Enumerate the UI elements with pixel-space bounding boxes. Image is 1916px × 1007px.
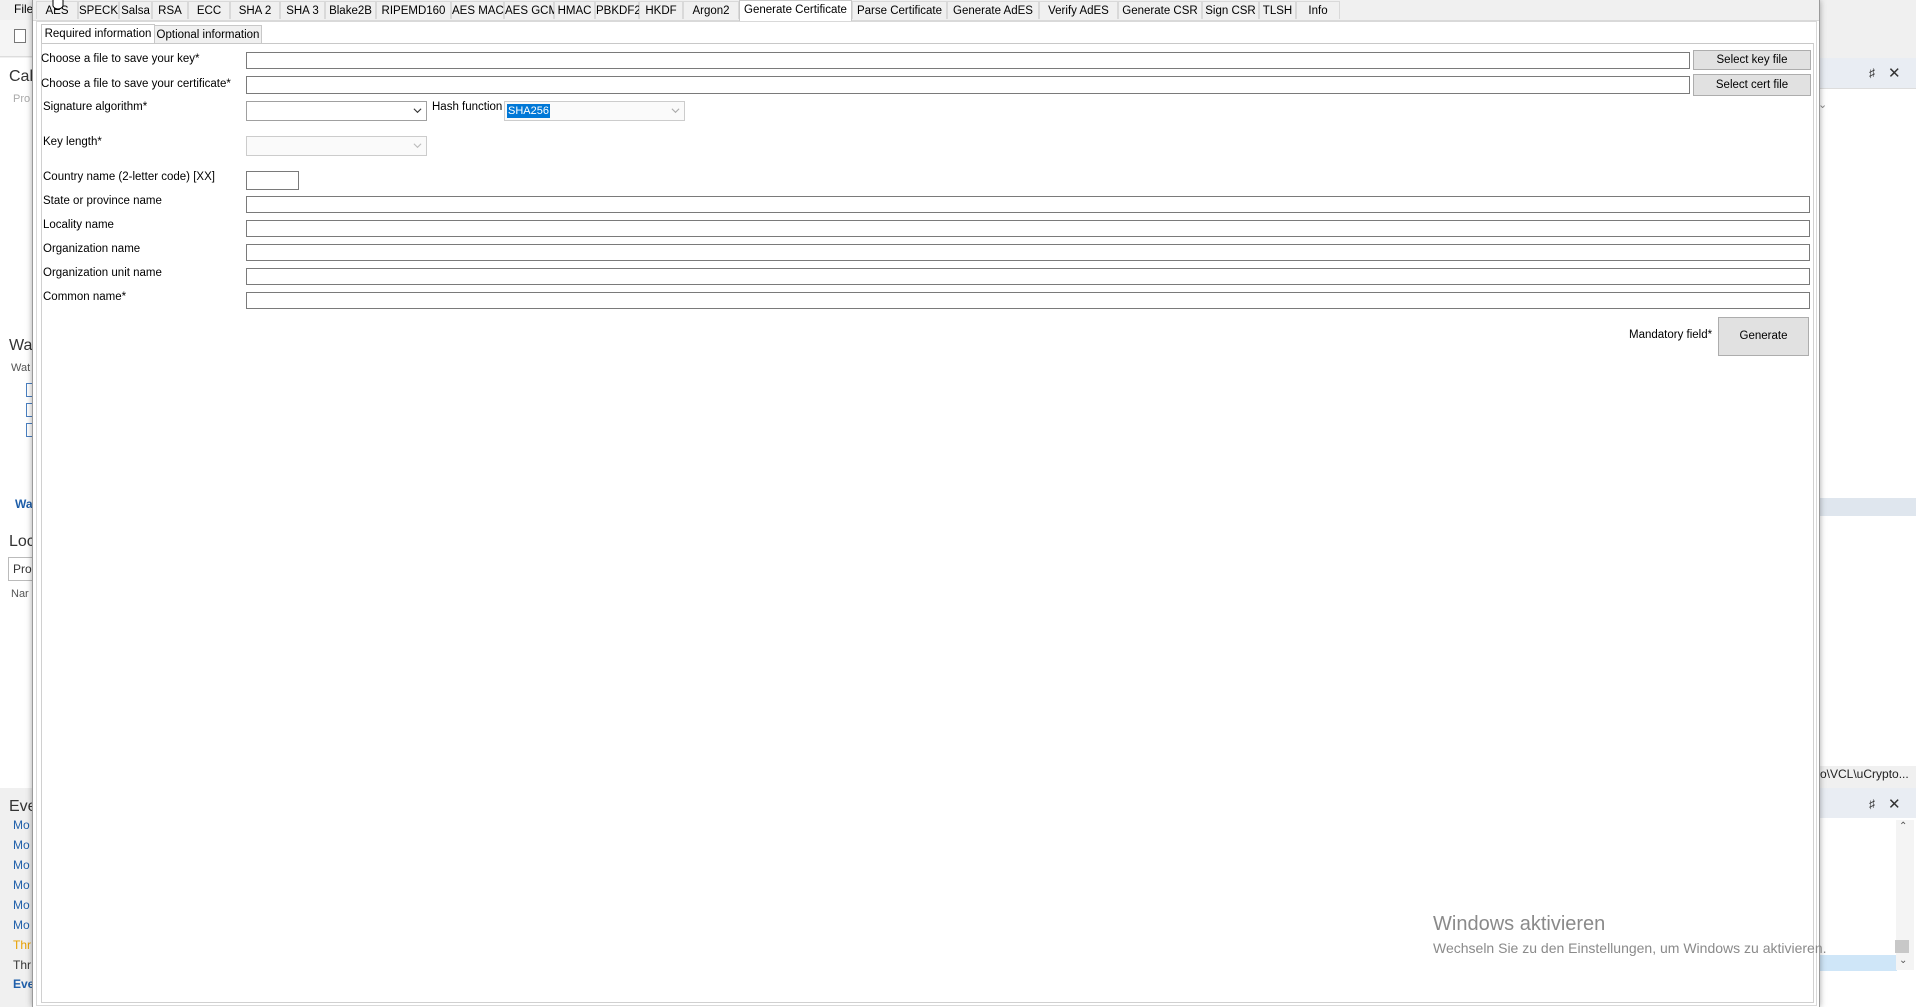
state-label: State or province name	[43, 195, 162, 207]
panel-fragment: Wa	[15, 497, 33, 511]
common-name-label: Common name*	[43, 291, 127, 303]
right-panel-header	[1819, 58, 1916, 88]
right-panel-divider	[1819, 498, 1916, 516]
panel-title-fragment: Wa	[9, 337, 33, 354]
select-cert-file-button[interactable]: Select cert file	[1693, 74, 1811, 96]
tab-sign-csr[interactable]: Sign CSR	[1202, 1, 1259, 19]
event-fragment: Mo	[13, 878, 30, 892]
tab-verify-ades[interactable]: Verify AdES	[1039, 1, 1118, 19]
select-key-file-button[interactable]: Select key file	[1693, 50, 1811, 70]
right-panel-body-2	[1819, 516, 1916, 766]
locality-input[interactable]	[246, 220, 1810, 237]
generate-certificate-page: Required information Optional informatio…	[36, 21, 1817, 1006]
signature-algorithm-label: Signature algorithm*	[43, 101, 148, 113]
organization-unit-input[interactable]	[246, 268, 1810, 285]
event-fragment: Mo	[13, 838, 30, 852]
close-icon[interactable]: ✕	[1888, 64, 1901, 82]
state-input[interactable]	[246, 196, 1810, 213]
hash-function-value: SHA256	[507, 104, 550, 118]
copy-icon[interactable]	[14, 29, 26, 43]
chevron-up-icon[interactable]: ⌃	[1899, 821, 1907, 832]
event-fragment: Mo	[13, 858, 30, 872]
country-label: Country name (2-letter code) [XX]	[43, 171, 215, 183]
panel-title-fragment: Loc	[9, 533, 35, 550]
tab-hmac[interactable]: HMAC	[554, 1, 595, 19]
right-panel-body	[1819, 88, 1916, 499]
tab-aes-mac[interactable]: AES MAC	[451, 1, 504, 19]
key-file-label: Choose a file to save your key*	[41, 53, 200, 65]
tab-argon2[interactable]: Argon2	[683, 1, 739, 19]
tab-salsa[interactable]: Salsa	[119, 1, 152, 19]
activation-watermark-subtitle: Wechseln Sie zu den Einstellungen, um Wi…	[1433, 940, 1827, 956]
hash-function-select[interactable]: SHA256	[504, 101, 685, 121]
tab-aes-gcm[interactable]: AES GCM	[504, 1, 558, 19]
key-length-label: Key length*	[43, 136, 102, 148]
panel-title-fragment: Cal	[9, 68, 34, 85]
tab-blake2b[interactable]: Blake2B	[325, 1, 376, 19]
hash-function-label: Hash function	[432, 101, 503, 113]
tab-rsa[interactable]: RSA	[152, 1, 188, 19]
signature-algorithm-select[interactable]	[246, 101, 427, 121]
activation-watermark-title: Windows aktivieren	[1433, 913, 1606, 935]
panel-fragment: Nar	[11, 588, 29, 600]
event-fragment: Mo	[13, 918, 30, 932]
tab-info[interactable]: Info	[1296, 1, 1340, 19]
ide-toolbar	[0, 20, 32, 57]
file-path-text: o\VCL\uCrypto...	[1820, 767, 1909, 781]
event-fragment: Mo	[13, 898, 30, 912]
close-icon[interactable]: ✕	[1888, 795, 1901, 813]
event-fragment: Thr	[13, 938, 31, 952]
scrollbar-thumb[interactable]	[1895, 940, 1909, 953]
tab-optional-information[interactable]: Optional information	[154, 25, 262, 44]
chevron-down-icon	[413, 143, 422, 149]
crypto-dialog: AES SPECK Salsa RSA ECC SHA 2 SHA 3 Blake2B RIPE…	[32, 0, 1820, 1007]
chevron-down-icon	[413, 108, 422, 114]
chevron-down-icon[interactable]: ⌄	[1899, 955, 1907, 966]
algorithm-tab-bar: AES SPECK Salsa RSA ECC SHA 2 SHA 3 Blake2B RIPE…	[33, 0, 1819, 21]
menu-file[interactable]: File	[14, 2, 33, 16]
generate-button[interactable]: Generate	[1718, 317, 1809, 356]
tab-sha-2[interactable]: SHA 2	[230, 1, 280, 19]
selected-row[interactable]	[1819, 955, 1897, 971]
mandatory-field-note: Mandatory field*	[1629, 329, 1713, 341]
panel-fragment: Pro	[13, 562, 32, 576]
tab-ripemd160[interactable]: RIPEMD160	[376, 1, 451, 19]
common-name-input[interactable]	[246, 292, 1810, 309]
tab-sha-3[interactable]: SHA 3	[280, 1, 325, 19]
panel-fragment: Pro	[13, 93, 31, 105]
right-panel-header-2	[1819, 788, 1916, 818]
chevron-down-icon	[671, 108, 680, 114]
key-length-select[interactable]	[246, 136, 427, 156]
tab-required-information[interactable]: Required information	[41, 24, 155, 43]
tab-tlsh[interactable]: TLSH	[1259, 1, 1296, 19]
key-file-input[interactable]	[246, 52, 1690, 69]
organization-label: Organization name	[43, 243, 141, 255]
cert-file-input[interactable]	[246, 76, 1690, 94]
pin-icon[interactable]: ♯	[1869, 797, 1875, 811]
organization-unit-label: Organization unit name	[43, 267, 162, 279]
event-fragment: Thr	[13, 958, 31, 972]
tab-parse-certificate[interactable]: Parse Certificate	[852, 1, 947, 19]
organization-input[interactable]	[246, 244, 1810, 261]
tab-generate-csr[interactable]: Generate CSR	[1118, 1, 1202, 19]
cursor-icon	[52, 0, 64, 10]
panel-fragment: Wat	[11, 362, 31, 374]
tab-generate-ades[interactable]: Generate AdES	[947, 1, 1039, 19]
tab-pbkdf2[interactable]: PBKDF2	[595, 1, 641, 19]
tab-hkdf[interactable]: HKDF	[639, 1, 683, 19]
country-input[interactable]	[246, 171, 299, 190]
cert-file-label: Choose a file to save your certificate*	[41, 78, 231, 90]
locality-label: Locality name	[43, 219, 114, 231]
tab-speck[interactable]: SPECK	[78, 1, 119, 19]
tab-generate-certificate[interactable]: Generate Certificate	[739, 0, 852, 21]
pin-icon[interactable]: ♯	[1869, 66, 1875, 80]
event-fragment: Mo	[13, 818, 30, 832]
required-panel	[41, 43, 1814, 1003]
tab-ecc[interactable]: ECC	[188, 1, 230, 19]
